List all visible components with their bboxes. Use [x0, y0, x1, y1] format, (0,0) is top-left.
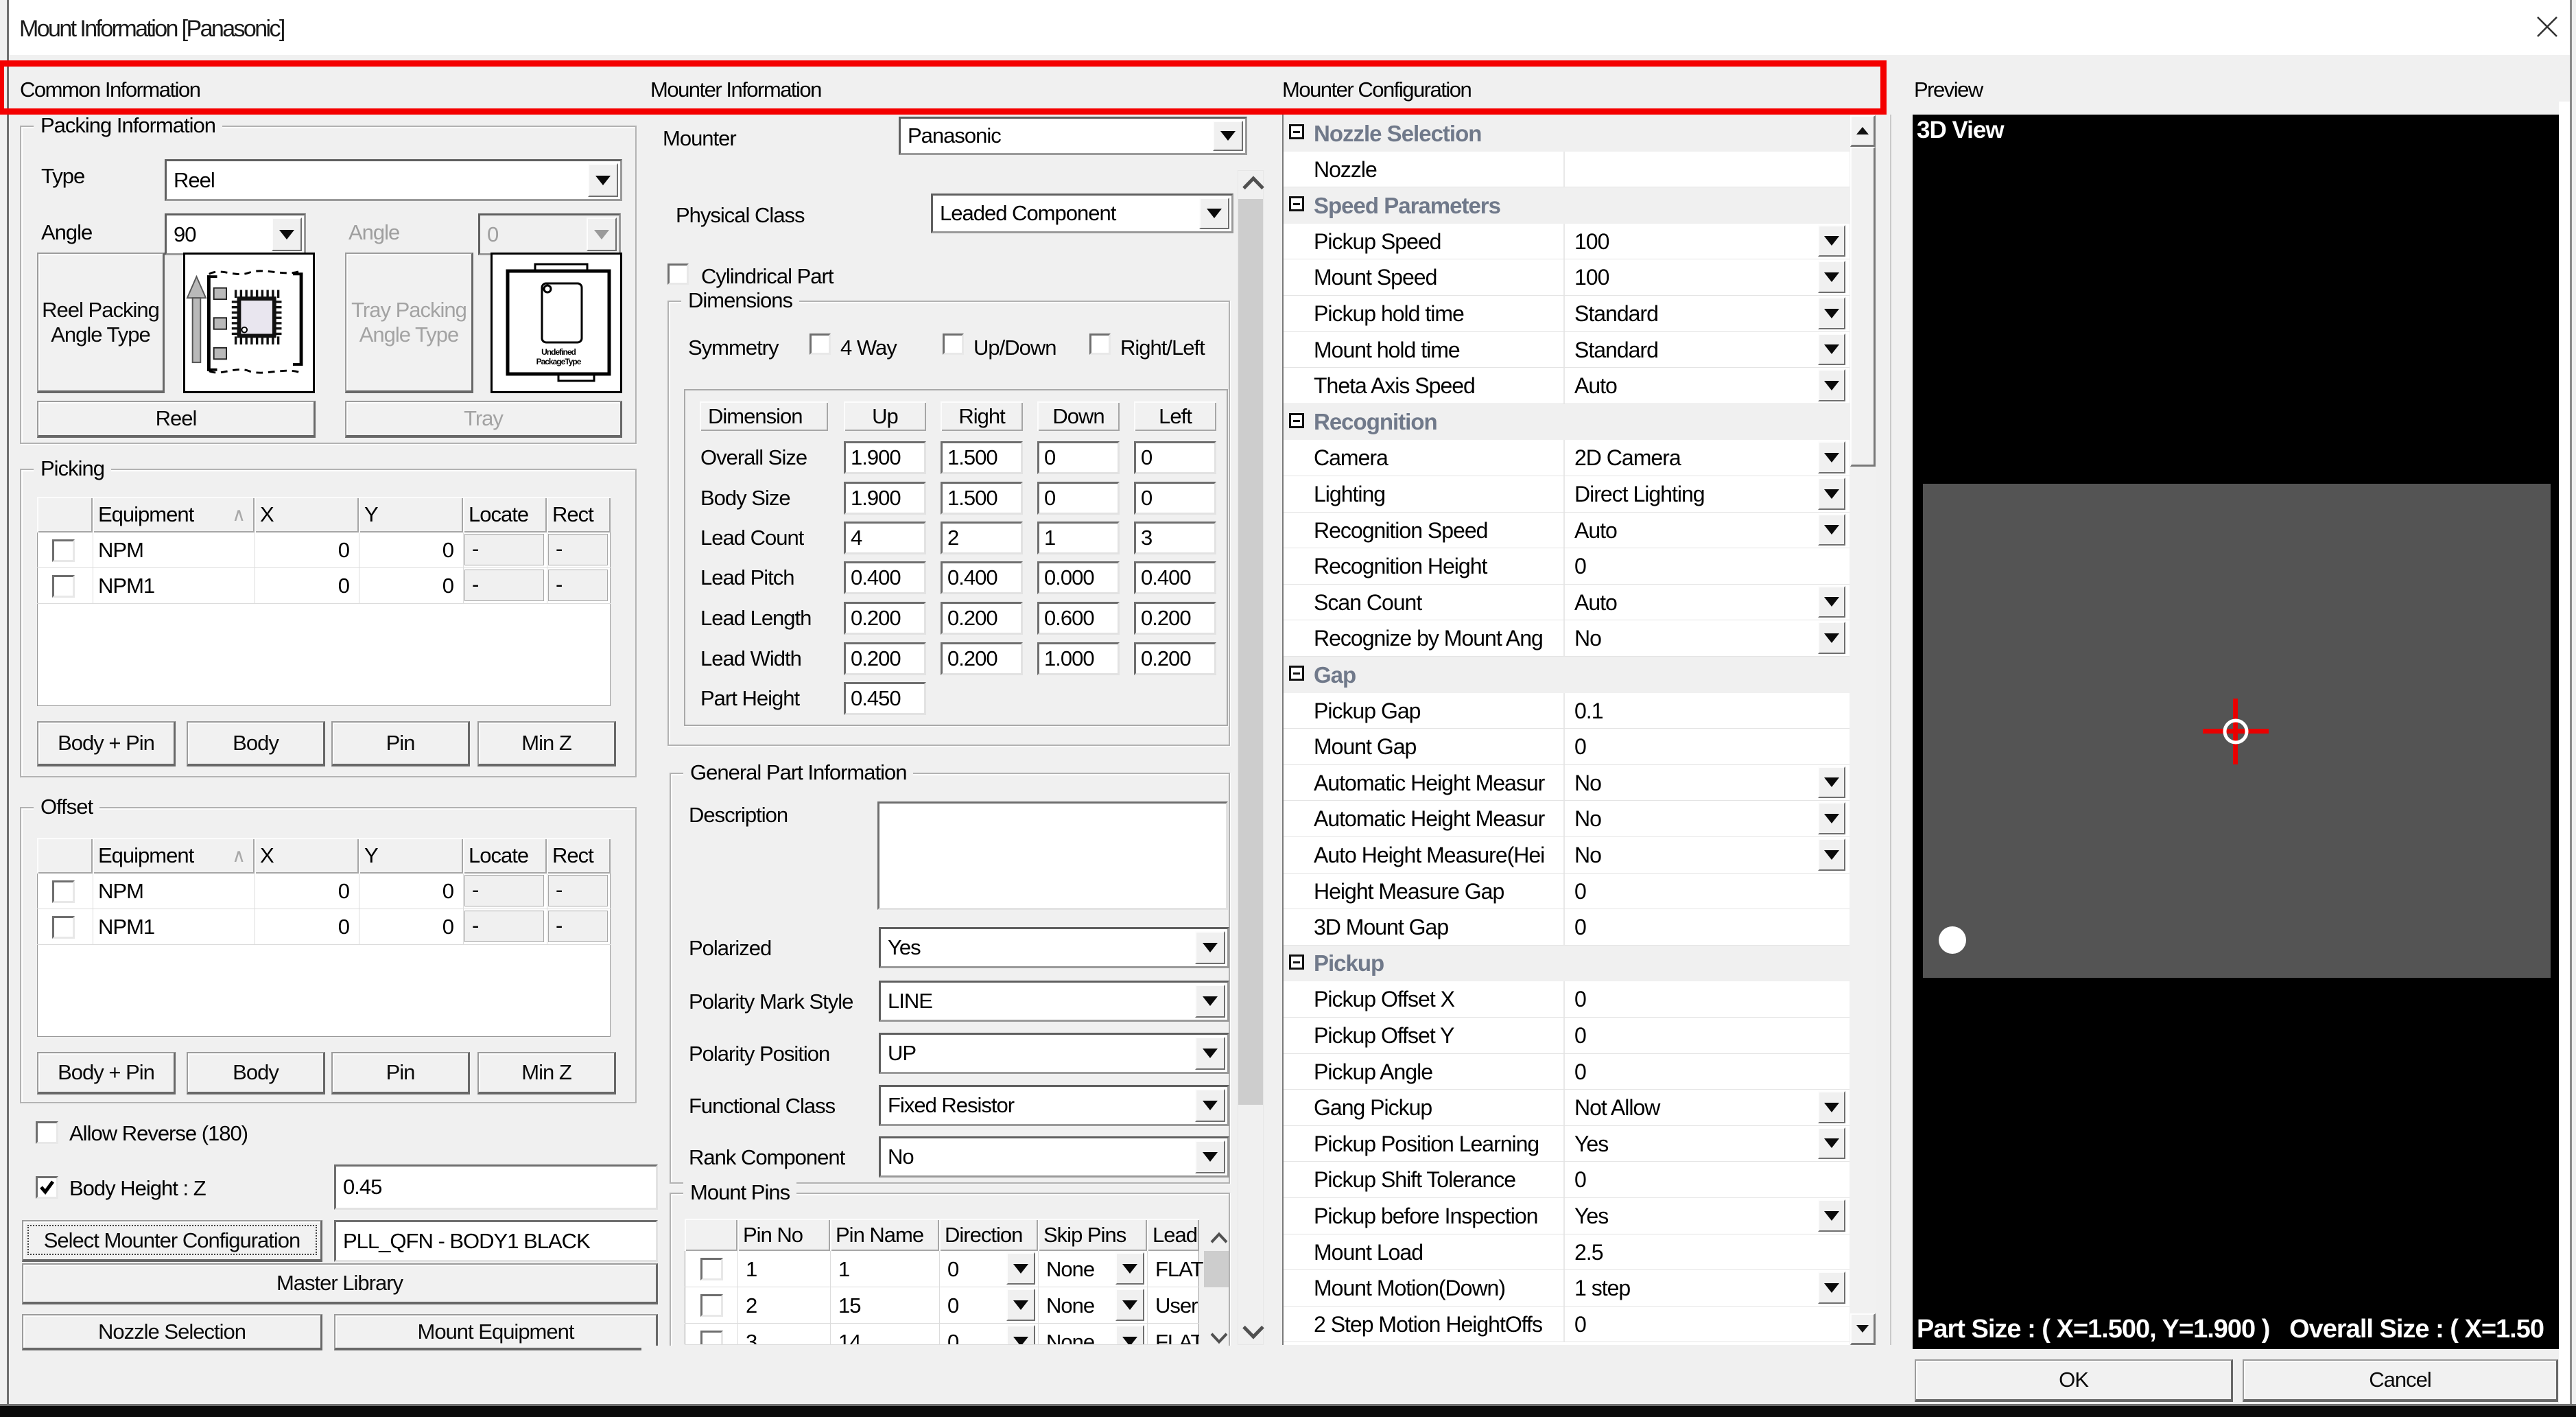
svg-text:PackageType: PackageType — [536, 357, 582, 366]
svg-text:Undefined: Undefined — [541, 347, 576, 357]
